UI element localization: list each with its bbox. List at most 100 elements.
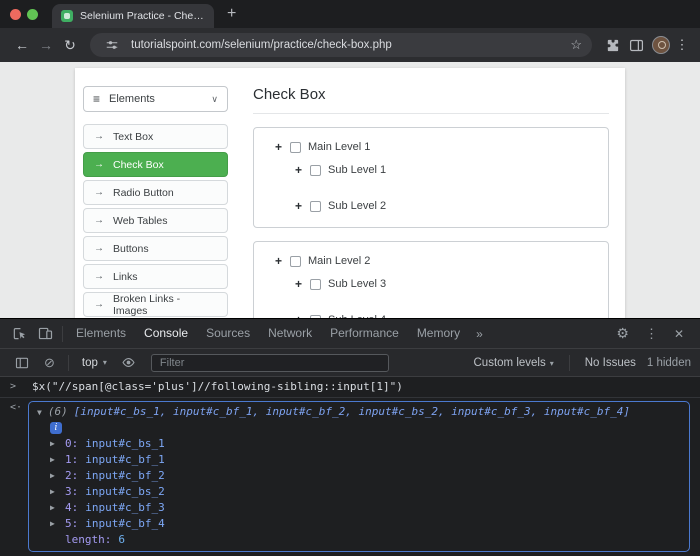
checkbox-sub-level-3[interactable] xyxy=(310,279,321,290)
devtools-tab-elements[interactable]: Elements xyxy=(67,319,135,348)
browser-tab[interactable]: Selenium Practice - Check Box xyxy=(52,4,214,28)
site-info-icon[interactable] xyxy=(100,39,124,51)
entry-node-link[interactable]: input#c_bf_2 xyxy=(85,469,164,482)
prompt-icon: > xyxy=(10,380,24,392)
zoom-window-button[interactable] xyxy=(27,9,38,20)
caret-down-icon: ▾ xyxy=(550,359,554,368)
expand-triangle-icon[interactable]: ▶ xyxy=(50,501,58,514)
log-levels-selector[interactable]: Custom levels▾ xyxy=(474,357,554,369)
array-summary[interactable]: ▼ (6) [input#c_bs_1, input#c_bf_1, input… xyxy=(37,404,681,420)
page-content: Check Box + Main Level 1 + Sub Level 1 + xyxy=(253,86,617,318)
selected-result-object[interactable]: ▼ (6) [input#c_bs_1, input#c_bf_1, input… xyxy=(28,401,690,552)
forward-button[interactable]: → xyxy=(34,37,58,53)
checkbox-sub-level-1[interactable] xyxy=(310,165,321,176)
console-filter-input[interactable] xyxy=(151,354,389,372)
expand-toggle-icon[interactable]: + xyxy=(294,277,303,291)
caret-down-icon: ▾ xyxy=(103,358,107,367)
entry-node-link[interactable]: input#c_bs_2 xyxy=(85,485,164,498)
sidebar-item-text-box[interactable]: → Text Box xyxy=(83,124,228,149)
checkbox-main-level-1[interactable] xyxy=(290,142,301,153)
entry-key: 1: xyxy=(65,453,78,466)
back-button[interactable]: ← xyxy=(10,37,34,53)
sidebar-item-label: Web Tables xyxy=(113,215,167,227)
elements-menu-header[interactable]: ≡ Elements ∨ xyxy=(83,86,228,112)
devtools-menu-icon[interactable]: ⋮ xyxy=(645,326,658,342)
length-value: 6 xyxy=(118,533,125,546)
new-tab-button[interactable]: + xyxy=(227,6,236,22)
live-expression-eye-icon[interactable] xyxy=(116,355,142,370)
console-log-area: > $x("//span[@class='plus']//following-s… xyxy=(0,377,700,556)
sidebar-item-label: Text Box xyxy=(113,131,153,143)
entry-node-link[interactable]: input#c_bf_4 xyxy=(85,517,164,530)
sidebar-item-links[interactable]: → Links xyxy=(83,264,228,289)
entry-key: 0: xyxy=(65,437,78,450)
sidebar-item-radio-button[interactable]: → Radio Button xyxy=(83,180,228,205)
array-entry-0: ▶ 0: input#c_bs_1 xyxy=(50,437,681,450)
entry-key: 3: xyxy=(65,485,78,498)
side-panel-icon[interactable] xyxy=(624,38,648,53)
entry-node-link[interactable]: input#c_bs_1 xyxy=(85,437,164,450)
expand-triangle-icon[interactable]: ▶ xyxy=(50,453,58,466)
context-selector[interactable]: top ▾ xyxy=(82,357,107,369)
issues-counter[interactable]: No Issues xyxy=(585,357,636,369)
collapse-triangle-icon[interactable]: ▼ xyxy=(37,405,42,420)
result-marker-icon: <· xyxy=(10,401,24,552)
console-sidebar-icon[interactable] xyxy=(9,356,35,370)
sidebar-item-label: Radio Button xyxy=(113,187,174,199)
devtools-tab-console[interactable]: Console xyxy=(135,319,197,348)
reload-button[interactable]: ↻ xyxy=(58,37,82,54)
more-tabs-icon[interactable]: » xyxy=(469,327,490,341)
expand-triangle-icon[interactable]: ▶ xyxy=(50,437,58,450)
array-expanded-content: i ▶ 0: input#c_bs_1 ▶ 1: input#c_bf_1 xyxy=(37,422,681,546)
expand-triangle-icon[interactable]: ▶ xyxy=(50,517,58,530)
profile-avatar[interactable] xyxy=(652,36,670,54)
tree-node-label: Main Level 2 xyxy=(308,255,370,267)
entry-node-link[interactable]: input#c_bf_3 xyxy=(85,501,164,514)
devtools-tab-network[interactable]: Network xyxy=(259,319,321,348)
clear-console-icon[interactable]: ⊘ xyxy=(44,355,55,371)
settings-gear-icon[interactable]: ⚙ xyxy=(616,325,629,342)
arrow-right-icon: → xyxy=(94,187,104,198)
devtools-tab-sources[interactable]: Sources xyxy=(197,319,259,348)
url-text[interactable]: tutorialspoint.com/selenium/practice/che… xyxy=(131,39,563,51)
checkbox-main-level-2[interactable] xyxy=(290,256,301,267)
expand-toggle-icon[interactable]: + xyxy=(274,140,283,154)
address-bar[interactable]: tutorialspoint.com/selenium/practice/che… xyxy=(90,33,592,57)
sidebar-item-check-box[interactable]: → Check Box xyxy=(83,152,228,177)
expand-triangle-icon[interactable]: ▶ xyxy=(50,469,58,482)
arrow-right-icon: → xyxy=(94,215,104,226)
close-window-button[interactable] xyxy=(10,9,21,20)
expand-toggle-icon[interactable]: + xyxy=(294,199,303,213)
sidebar-item-web-tables[interactable]: → Web Tables xyxy=(83,208,228,233)
checkbox-sub-level-4[interactable] xyxy=(310,315,321,319)
extensions-icon[interactable] xyxy=(600,38,624,53)
expand-toggle-icon[interactable]: + xyxy=(294,313,303,318)
devtools-tab-performance[interactable]: Performance xyxy=(321,319,408,348)
browser-menu-icon[interactable]: ⋮ xyxy=(674,37,690,53)
devtools-tab-memory[interactable]: Memory xyxy=(408,319,469,348)
expand-toggle-icon[interactable]: + xyxy=(294,163,303,177)
array-length-badge: (6) xyxy=(48,404,68,419)
sidebar-item-label: Check Box xyxy=(113,159,164,171)
arrow-right-icon: → xyxy=(94,299,104,310)
info-icon[interactable]: i xyxy=(50,422,62,434)
entry-node-link[interactable]: input#c_bf_1 xyxy=(85,453,164,466)
inspect-element-icon[interactable] xyxy=(6,326,32,341)
checkbox-tree-panel-1: + Main Level 1 + Sub Level 1 + Sub Level… xyxy=(253,127,609,228)
close-devtools-icon[interactable]: ✕ xyxy=(674,327,684,341)
tree-node-main-level-1: + Main Level 1 xyxy=(254,140,608,154)
sidebar-item-buttons[interactable]: → Buttons xyxy=(83,236,228,261)
sidebar-item-broken-links-images[interactable]: → Broken Links - Images xyxy=(83,292,228,317)
expand-triangle-icon[interactable]: ▶ xyxy=(50,485,58,498)
device-toolbar-icon[interactable] xyxy=(32,326,58,341)
hidden-messages-count[interactable]: 1 hidden xyxy=(647,357,691,369)
devtools-tab-bar: Elements Console Sources Network Perform… xyxy=(0,319,700,349)
expand-toggle-icon[interactable]: + xyxy=(274,254,283,268)
tab-favicon-icon xyxy=(61,10,73,22)
tab-strip: Selenium Practice - Check Box + xyxy=(0,0,700,28)
bookmark-star-icon[interactable]: ☆ xyxy=(570,37,582,53)
checkbox-sub-level-2[interactable] xyxy=(310,201,321,212)
sidebar-item-label: Links xyxy=(113,271,138,283)
menu-item-list: → Text Box → Check Box → Radio Button → … xyxy=(83,124,228,317)
hamburger-icon: ≡ xyxy=(93,92,100,106)
